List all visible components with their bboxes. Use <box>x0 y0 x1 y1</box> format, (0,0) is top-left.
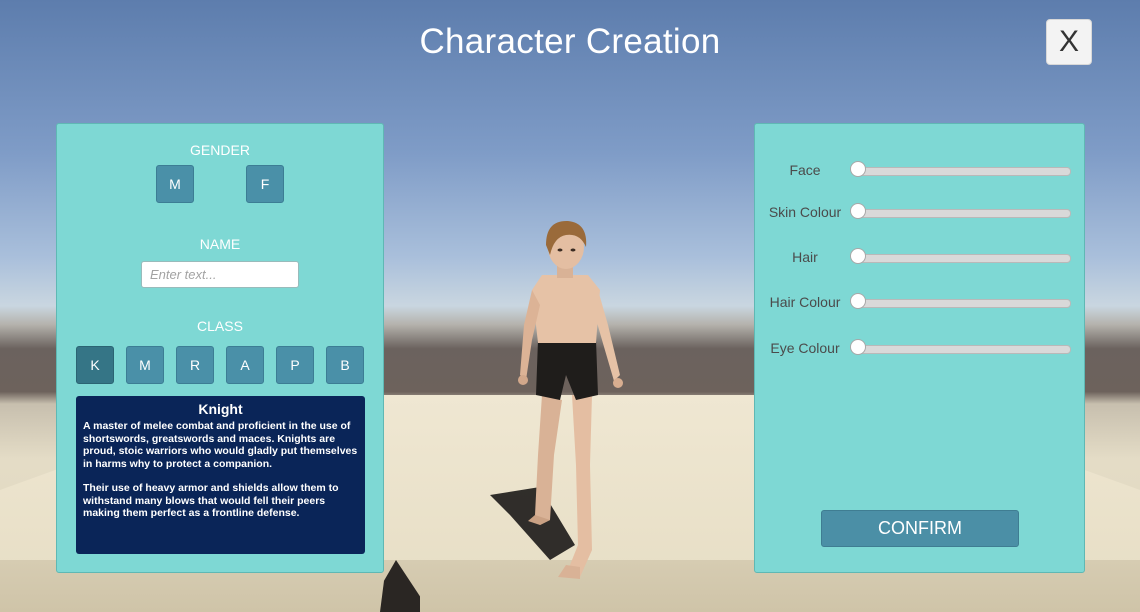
face-slider-handle[interactable] <box>850 161 866 177</box>
skin-colour-slider-track[interactable] <box>853 209 1071 218</box>
character-info-panel: GENDER M F NAME CLASS K M R A P B Knight… <box>56 123 384 573</box>
eye-colour-slider-track[interactable] <box>853 345 1071 354</box>
appearance-panel: Face Skin Colour Hair Hair Colour Eye Co… <box>754 123 1085 573</box>
hair-slider-label: Hair <box>792 249 818 265</box>
hair-slider-handle[interactable] <box>850 248 866 264</box>
skin-colour-slider-label: Skin Colour <box>768 204 842 220</box>
skin-colour-slider-handle[interactable] <box>850 203 866 219</box>
name-input[interactable] <box>141 261 299 288</box>
class-description-paragraph-1: A master of melee combat and proficient … <box>83 420 358 470</box>
hair-colour-slider-handle[interactable] <box>850 293 866 309</box>
class-description-box: Knight A master of melee combat and prof… <box>76 396 365 554</box>
name-label: NAME <box>199 236 241 252</box>
class-description-paragraph-2: Their use of heavy armor and shields all… <box>83 482 339 519</box>
face-slider-track[interactable] <box>853 167 1071 176</box>
hair-colour-slider-row: Hair Colour <box>755 293 1084 313</box>
hair-slider-track[interactable] <box>853 254 1071 263</box>
face-slider-label: Face <box>789 162 821 178</box>
close-icon: X <box>1058 25 1079 58</box>
eye-colour-slider-label: Eye Colour <box>770 340 840 356</box>
class-a-button[interactable]: A <box>226 346 264 384</box>
class-b-button[interactable]: B <box>326 346 364 384</box>
class-knight-button[interactable]: K <box>76 346 114 384</box>
class-p-button[interactable]: P <box>276 346 314 384</box>
skin-colour-slider-row: Skin Colour <box>755 203 1084 223</box>
class-description-title: Knight <box>198 401 243 417</box>
hair-colour-slider-label: Hair Colour <box>769 294 841 310</box>
hair-slider-row: Hair <box>755 248 1084 268</box>
close-button[interactable]: X <box>1046 19 1092 65</box>
eye-colour-slider-row: Eye Colour <box>755 339 1084 359</box>
character-model <box>490 220 623 579</box>
class-m-button[interactable]: M <box>126 346 164 384</box>
eye-colour-slider-handle[interactable] <box>850 339 866 355</box>
gender-female-button[interactable]: F <box>246 165 284 203</box>
confirm-button[interactable]: CONFIRM <box>821 510 1019 547</box>
class-r-button[interactable]: R <box>176 346 214 384</box>
class-label: CLASS <box>197 318 243 334</box>
page-title: Character Creation <box>419 22 721 61</box>
class-description-text: A master of melee combat and proficient … <box>83 420 358 520</box>
hair-colour-slider-track[interactable] <box>853 299 1071 308</box>
face-slider-row: Face <box>755 161 1084 181</box>
gender-label: GENDER <box>190 142 250 158</box>
gender-male-button[interactable]: M <box>156 165 194 203</box>
